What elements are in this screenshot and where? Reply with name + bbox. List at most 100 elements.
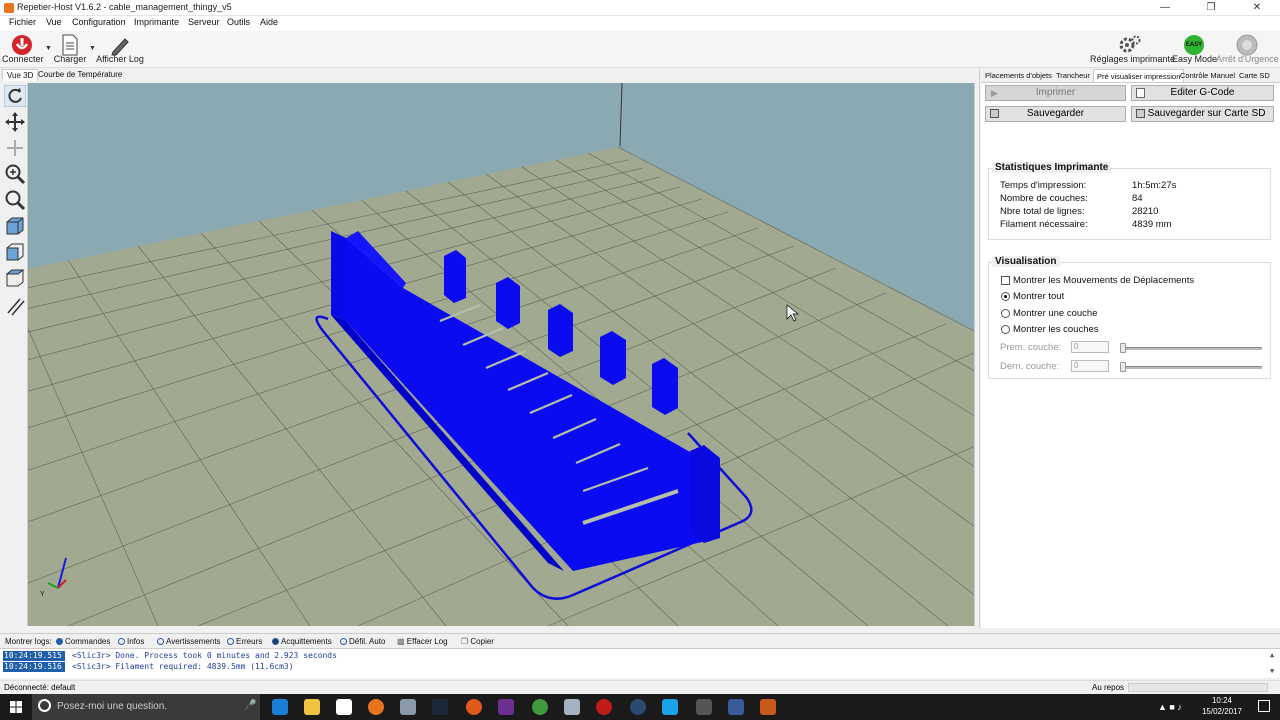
- stat-print-time-value: 1h:5m:27s: [1132, 180, 1177, 191]
- menu-configuration[interactable]: Configuration: [72, 17, 126, 27]
- emergency-stop-button[interactable]: Arrêt d'Urgence: [1216, 31, 1279, 67]
- printer-settings-button[interactable]: Réglages imprimante: [1090, 31, 1175, 67]
- save-sd-button[interactable]: Sauvegarder sur Carte SD: [1131, 106, 1274, 122]
- log-area[interactable]: 10:24:19.515 <Slic3r> Done. Process took…: [0, 648, 1280, 678]
- app-icon[interactable]: [630, 699, 646, 715]
- show-layers-label: Montrer les couches: [1013, 324, 1099, 335]
- pencil-icon: [111, 38, 129, 56]
- firefox-icon[interactable]: [368, 699, 384, 715]
- minimize-button[interactable]: —: [1142, 0, 1188, 16]
- clear-log-label: Effacer Log: [406, 637, 448, 646]
- parallel-view-icon[interactable]: [4, 295, 26, 317]
- stat-lines-value: 28210: [1132, 206, 1159, 217]
- tab-3d-view[interactable]: Vue 3D: [2, 69, 39, 81]
- last-layer-slider[interactable]: [1123, 366, 1262, 369]
- tab-print-preview[interactable]: Pré visualiser impression: [1093, 69, 1185, 82]
- app-icon[interactable]: [498, 699, 514, 715]
- show-one-layer-radio[interactable]: [1001, 309, 1010, 318]
- tab-temperature-curve[interactable]: Courbe de Température: [34, 69, 126, 81]
- zoom-fit-icon[interactable]: [4, 189, 26, 211]
- app-icon[interactable]: [728, 699, 744, 715]
- save-button[interactable]: Sauvegarder: [985, 106, 1126, 122]
- edit-gcode-button[interactable]: Editer G-Code: [1131, 85, 1274, 101]
- connect-button[interactable]: Connecter: [2, 31, 44, 67]
- scroll-up-icon[interactable]: ▲: [1270, 651, 1274, 659]
- notifications-icon[interactable]: [1258, 700, 1270, 712]
- load-button[interactable]: Charger: [52, 31, 88, 67]
- zoom-in-icon[interactable]: [4, 163, 26, 185]
- app-icon[interactable]: [564, 699, 580, 715]
- edit-gcode-label: Editer G-Code: [1170, 87, 1235, 98]
- status-bar: Déconnecté: default Au repos: [0, 680, 1280, 693]
- log-infos-toggle[interactable]: Infos: [118, 637, 144, 646]
- stat-layers-label: Nombre de couches:: [1000, 193, 1088, 204]
- edge-icon[interactable]: [272, 699, 288, 715]
- menu-aide[interactable]: Aide: [260, 17, 278, 27]
- stats-title: Statistiques Imprimante: [992, 162, 1112, 173]
- scroll-down-icon[interactable]: ▼: [1270, 667, 1274, 675]
- tab-manual-control[interactable]: Contrôle Manuel: [1177, 69, 1238, 82]
- store-icon[interactable]: [336, 699, 352, 715]
- load-dropdown-icon[interactable]: ▼: [89, 45, 96, 52]
- print-button[interactable]: ▶ Imprimer: [985, 85, 1126, 101]
- log-time: 10:24:19.515: [3, 651, 65, 661]
- stat-filament-label: Filament nécessaire:: [1000, 219, 1088, 230]
- copy-log-button[interactable]: ❐ Copier: [461, 637, 494, 646]
- log-errors-label: Erreurs: [236, 637, 263, 646]
- first-layer-slider-thumb[interactable]: [1120, 343, 1126, 353]
- app-icon[interactable]: [400, 699, 416, 715]
- menu-serveur[interactable]: Serveur: [188, 17, 220, 27]
- clear-log-button[interactable]: ▩ Effacer Log: [397, 637, 448, 646]
- show-all-radio[interactable]: [1001, 292, 1010, 301]
- easy-mode-button[interactable]: EASY Easy Mode: [1172, 31, 1217, 67]
- log-acks-toggle[interactable]: Acquittements: [272, 637, 332, 646]
- menu-outils[interactable]: Outils: [227, 17, 250, 27]
- menu-imprimante[interactable]: Imprimante: [134, 17, 179, 27]
- menu-vue[interactable]: Vue: [46, 17, 62, 27]
- connect-dropdown-icon[interactable]: ▼: [45, 45, 52, 52]
- log-commands-toggle[interactable]: Commandes: [56, 637, 110, 646]
- tab-slicer[interactable]: Trancheur: [1053, 69, 1093, 82]
- skype-icon[interactable]: [662, 699, 678, 715]
- log-errors-toggle[interactable]: Erreurs: [227, 637, 262, 646]
- last-layer-label: Dern. couche:: [1000, 361, 1060, 372]
- top-view-icon[interactable]: [4, 267, 26, 289]
- show-layers-radio[interactable]: [1001, 325, 1010, 334]
- app-icon[interactable]: [696, 699, 712, 715]
- repetier-icon[interactable]: [760, 699, 776, 715]
- show-travel-checkbox[interactable]: [1001, 276, 1010, 285]
- load-label: Charger: [53, 54, 87, 64]
- rotate-icon[interactable]: [4, 85, 26, 107]
- move-object-icon[interactable]: [4, 137, 26, 159]
- front-view-icon[interactable]: [4, 241, 26, 263]
- toolbar: Connecter ▼ Charger ▼ Afficher Log Régla…: [0, 31, 1280, 68]
- file-explorer-icon[interactable]: [304, 699, 320, 715]
- close-button[interactable]: ✕: [1234, 0, 1280, 16]
- app-icon[interactable]: [596, 699, 612, 715]
- first-layer-slider[interactable]: [1123, 347, 1262, 350]
- first-layer-spinner[interactable]: 0: [1071, 341, 1109, 353]
- last-layer-spinner[interactable]: 0: [1071, 360, 1109, 372]
- show-log-button[interactable]: Afficher Log: [96, 31, 144, 67]
- 3d-viewport[interactable]: Y: [28, 83, 974, 626]
- taskbar-search[interactable]: Posez-moi une question. 🎤: [32, 694, 260, 720]
- iso-view-icon[interactable]: [4, 215, 26, 237]
- print-button-label: Imprimer: [1035, 87, 1076, 98]
- windows-start-icon[interactable]: [10, 701, 22, 713]
- maximize-button[interactable]: ❐: [1188, 0, 1234, 16]
- tray-icons[interactable]: ▲ ■ ♪: [1158, 702, 1182, 712]
- log-warnings-toggle[interactable]: Avertissements: [157, 637, 221, 646]
- clock-date[interactable]: 15/02/2017: [1198, 707, 1246, 716]
- log-autoscroll-toggle[interactable]: Défil. Auto: [340, 637, 385, 646]
- last-layer-slider-thumb[interactable]: [1120, 362, 1126, 372]
- print-bed-scene[interactable]: Y: [28, 83, 974, 626]
- chrome-icon[interactable]: [532, 699, 548, 715]
- clock-time[interactable]: 10:24: [1200, 696, 1244, 705]
- taskbar: Posez-moi une question. 🎤 ▲ ■ ♪ 10:24 15…: [0, 694, 1280, 720]
- move-icon[interactable]: [4, 111, 26, 133]
- menu-fichier[interactable]: Fichier: [9, 17, 36, 27]
- steam-icon[interactable]: [432, 699, 448, 715]
- tab-sd-card[interactable]: Carte SD: [1236, 69, 1273, 82]
- tab-object-placement[interactable]: Placements d'objets: [982, 69, 1055, 82]
- origin-icon[interactable]: [466, 699, 482, 715]
